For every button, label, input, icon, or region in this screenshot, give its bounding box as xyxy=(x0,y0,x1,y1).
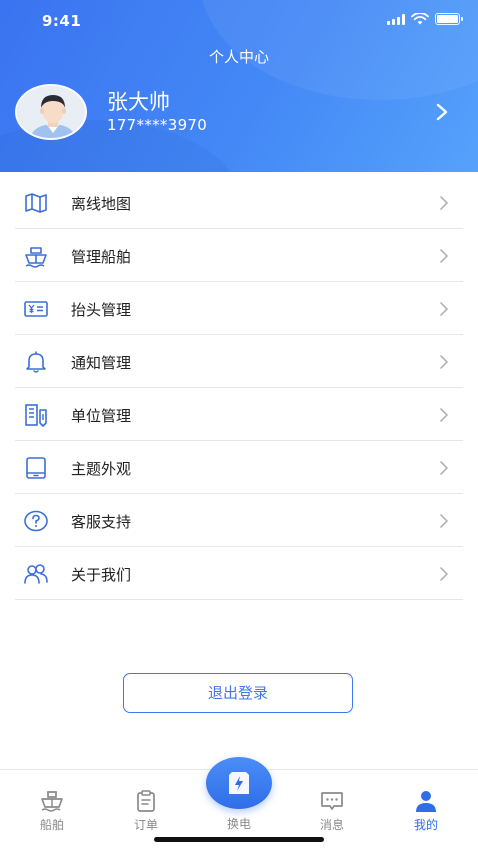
profile-header: 9:41 个人中心 张大帅 177****3970 xyxy=(0,0,478,172)
menu-item-notification-settings[interactable]: 通知管理 xyxy=(15,335,463,388)
user-phone: 177****3970 xyxy=(107,116,208,134)
clipboard-icon xyxy=(137,790,155,812)
person-icon xyxy=(416,791,436,812)
logout-button[interactable]: 退出登录 xyxy=(123,673,353,713)
tab-label: 消息 xyxy=(319,818,344,832)
settings-menu: 离线地图 管理船舶 抬头管理 通知管理 单位管理 主题外观 客服支持 关于我们 xyxy=(15,176,463,600)
tab-label: 换电 xyxy=(226,817,251,831)
bell-icon xyxy=(26,351,46,373)
menu-item-about-us[interactable]: 关于我们 xyxy=(15,547,463,600)
map-icon xyxy=(25,193,47,213)
menu-item-organization-settings[interactable]: 单位管理 xyxy=(15,388,463,441)
tablet-icon xyxy=(26,457,46,479)
battery-icon xyxy=(435,13,463,25)
home-indicator xyxy=(154,837,324,842)
chevron-right-icon xyxy=(440,196,449,210)
status-icons xyxy=(387,13,463,25)
tab-label: 船舶 xyxy=(39,818,64,832)
chevron-right-icon xyxy=(440,408,449,422)
menu-item-label: 关于我们 xyxy=(71,566,132,584)
chevron-right-icon xyxy=(440,461,449,475)
menu-item-label: 客服支持 xyxy=(71,513,132,531)
menu-item-label: 主题外观 xyxy=(71,460,132,478)
menu-item-offline-map[interactable]: 离线地图 xyxy=(15,176,463,229)
users-icon xyxy=(24,564,48,584)
tab-ships[interactable]: 船舶 xyxy=(17,770,87,840)
tab-label: 订单 xyxy=(133,818,158,832)
building-icon xyxy=(25,404,47,427)
chevron-right-icon xyxy=(440,355,449,369)
page-title: 个人中心 xyxy=(208,48,269,66)
menu-item-customer-support[interactable]: 客服支持 xyxy=(15,494,463,547)
menu-item-label: 管理船舶 xyxy=(71,248,132,266)
menu-item-label: 通知管理 xyxy=(71,354,132,372)
tab-me[interactable]: 我的 xyxy=(391,770,461,840)
battery-swap-button[interactable] xyxy=(206,757,272,809)
avatar[interactable] xyxy=(15,84,87,140)
ship-icon xyxy=(25,247,47,268)
chevron-right-icon xyxy=(440,249,449,263)
menu-item-theme-appearance[interactable]: 主题外观 xyxy=(15,441,463,494)
chevron-right-icon xyxy=(440,302,449,316)
status-bar: 9:41 xyxy=(0,0,478,40)
tab-label: 我的 xyxy=(413,818,438,832)
tab-orders[interactable]: 订单 xyxy=(111,770,181,840)
chevron-right-icon xyxy=(440,514,449,528)
menu-item-label: 抬头管理 xyxy=(71,301,132,319)
user-name: 张大帅 xyxy=(107,90,170,114)
invoice-icon xyxy=(24,301,48,317)
menu-item-label: 离线地图 xyxy=(71,195,132,213)
chevron-right-icon[interactable] xyxy=(432,102,452,122)
status-time: 9:41 xyxy=(42,12,82,30)
signal-icon xyxy=(387,13,405,25)
message-icon xyxy=(321,792,343,810)
tab-messages[interactable]: 消息 xyxy=(297,770,367,840)
ship-icon xyxy=(41,791,63,812)
menu-item-label: 单位管理 xyxy=(71,407,132,425)
menu-item-invoice-title[interactable]: 抬头管理 xyxy=(15,282,463,335)
help-icon xyxy=(24,510,48,532)
chevron-right-icon xyxy=(440,567,449,581)
battery-swap-icon xyxy=(229,772,249,794)
menu-item-manage-ships[interactable]: 管理船舶 xyxy=(15,229,463,282)
wifi-icon xyxy=(411,13,429,25)
